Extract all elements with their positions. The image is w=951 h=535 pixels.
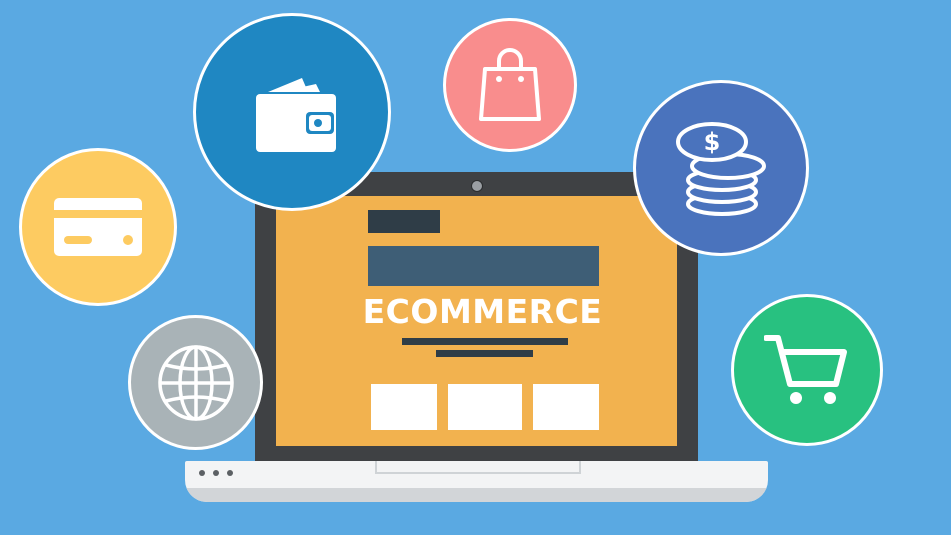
placeholder-text-line (436, 350, 533, 357)
ecommerce-illustration: ECOMMERCE $ (0, 0, 951, 535)
laptop-base (185, 461, 768, 502)
shopping-cart-icon (764, 335, 847, 404)
globe-icon (157, 344, 234, 421)
coins-icon: $ (676, 122, 766, 216)
placeholder-card (371, 384, 437, 430)
credit-card-circle (19, 148, 177, 306)
svg-text:$: $ (704, 128, 721, 156)
wallet-circle (193, 13, 391, 211)
placeholder-text-line (402, 338, 568, 345)
placeholder-card (533, 384, 599, 430)
shopping-bag-icon (479, 48, 541, 121)
credit-card-icon (54, 198, 142, 256)
trackpad-notch (375, 461, 581, 474)
indicator-dot (227, 470, 233, 476)
placeholder-banner (368, 246, 599, 286)
shopping-cart-circle (731, 294, 883, 446)
ecommerce-headline: ECOMMERCE (362, 292, 603, 331)
shopping-bag-circle (443, 18, 577, 152)
indicator-dot (213, 470, 219, 476)
globe-circle (128, 315, 263, 450)
indicator-dot (199, 470, 205, 476)
webcam (471, 180, 483, 192)
coins-circle: $ (633, 80, 809, 256)
laptop-screen: ECOMMERCE (276, 196, 677, 446)
laptop-base-lip (185, 488, 768, 502)
placeholder-bar-dark (368, 210, 440, 233)
wallet-icon (256, 78, 336, 152)
laptop-lid: ECOMMERCE (255, 172, 698, 464)
placeholder-card (448, 384, 522, 430)
